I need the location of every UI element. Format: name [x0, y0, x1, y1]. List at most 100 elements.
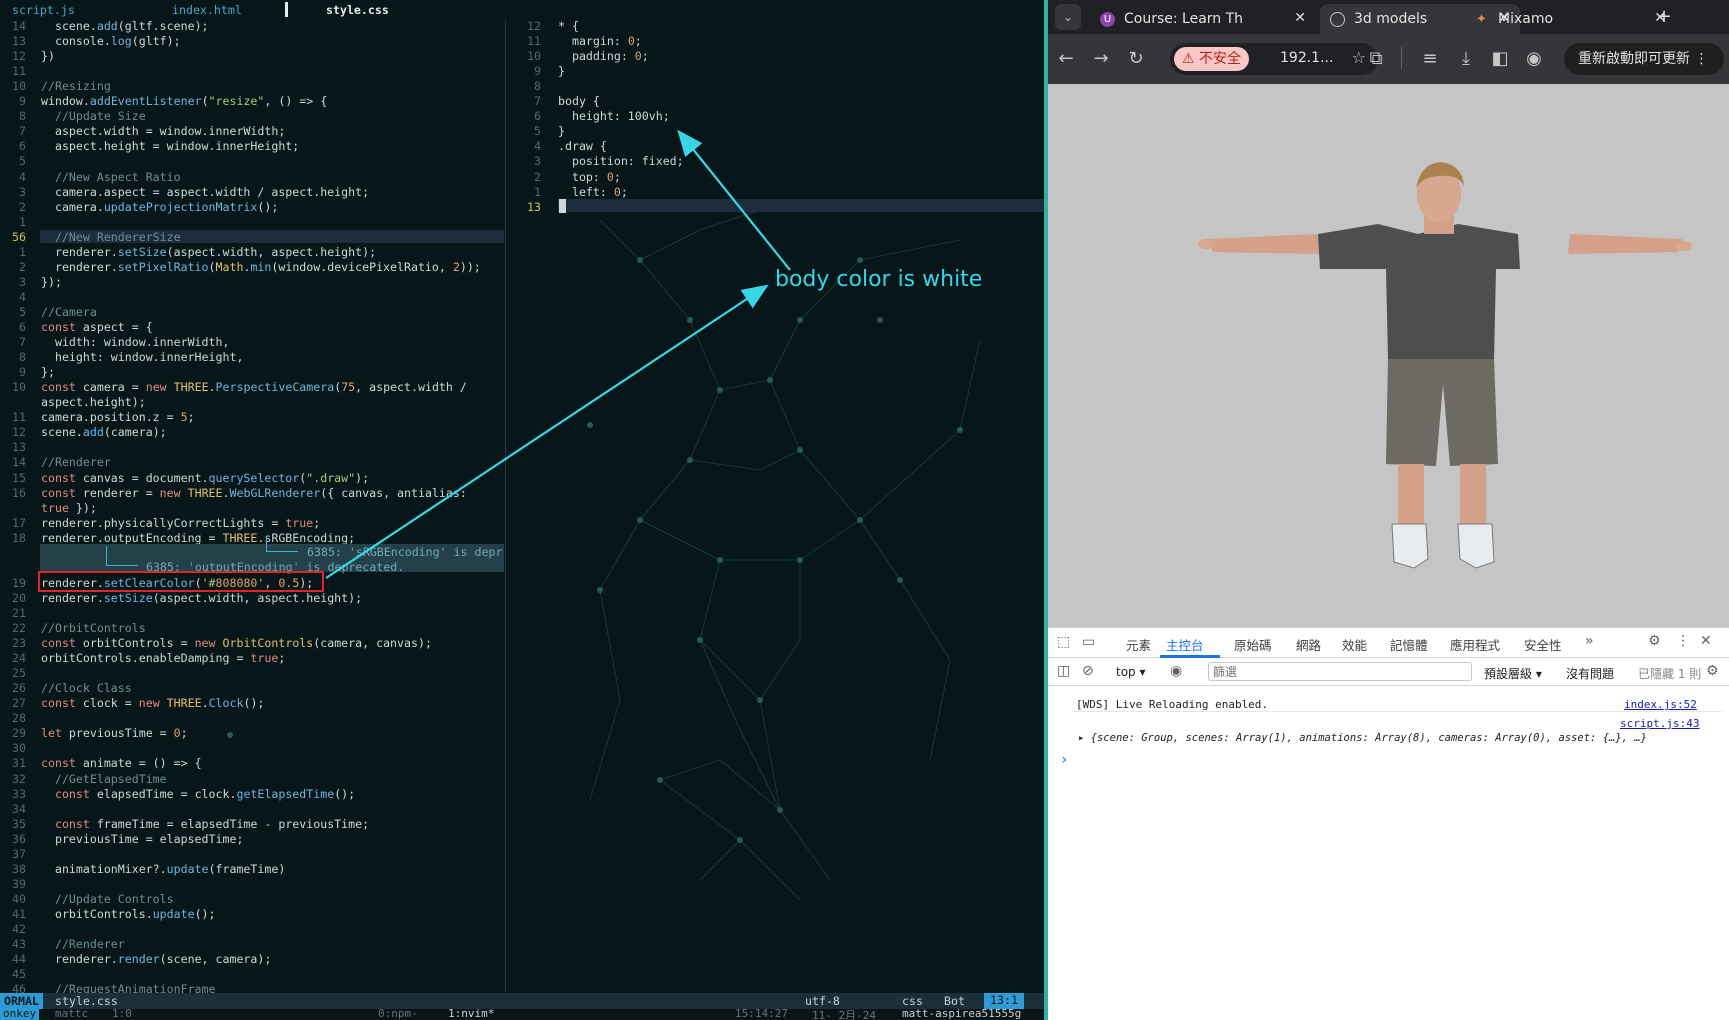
code-line[interactable]: aspect.height); — [41, 395, 146, 409]
settings-gear-icon[interactable]: ⚙ — [1648, 633, 1661, 649]
console-source-link[interactable]: script.js:43 — [1620, 717, 1699, 730]
code-line[interactable]: const canvas = document.querySelector(".… — [41, 471, 369, 485]
browser-tab-course[interactable]: U Course: Learn Th ✕ — [1090, 4, 1316, 34]
browser-window[interactable]: ⌄ U Course: Learn Th ✕ 3d models ✕ ✦ Mix… — [1048, 0, 1729, 1020]
code-line[interactable]: camera.aspect = aspect.width / aspect.he… — [41, 185, 369, 199]
code-line[interactable]: //New Aspect Ratio — [41, 170, 181, 184]
code-line[interactable]: height: window.innerHeight, — [41, 350, 243, 364]
code-line[interactable]: renderer.setPixelRatio(Math.min(window.d… — [41, 260, 481, 274]
code-line[interactable]: const renderer = new THREE.WebGLRenderer… — [41, 486, 467, 500]
bookmark-star-icon[interactable]: ☆ — [1352, 48, 1366, 67]
code-line[interactable]: const frameTime = elapsedTime - previous… — [41, 817, 369, 831]
code-line[interactable]: left: 0; — [558, 185, 628, 199]
code-line[interactable]: const animate = () => { — [41, 756, 202, 770]
tmux-window-0[interactable]: 0:npm- — [378, 1009, 418, 1020]
download-icon[interactable]: ⤓ — [1456, 48, 1476, 69]
code-line[interactable]: //Clock Class — [41, 681, 132, 695]
devtools-tab-security[interactable]: 安全性 — [1524, 635, 1562, 654]
code-line[interactable]: animationMixer?.update(frameTime) — [41, 862, 285, 876]
code-line[interactable]: const orbitControls = new OrbitControls(… — [41, 636, 432, 650]
code-line[interactable]: scene.add(gltf.scene); — [41, 19, 209, 33]
code-line[interactable]: .draw { — [558, 139, 607, 153]
code-line[interactable]: //Resizing — [41, 79, 111, 93]
code-line[interactable]: height: 100vh; — [558, 109, 670, 123]
code-line[interactable]: camera.updateProjectionMatrix(); — [41, 200, 278, 214]
code-line[interactable]: } — [558, 64, 565, 78]
inspect-element-icon[interactable]: ⬚ — [1057, 634, 1070, 650]
code-line[interactable]: aspect.width = window.innerWidth; — [41, 124, 285, 138]
devtools-tab-console[interactable]: 主控台 — [1166, 635, 1204, 654]
code-line[interactable]: previousTime = elapsedTime; — [41, 832, 243, 846]
code-line[interactable]: body { — [558, 94, 600, 108]
code-line[interactable]: renderer.setSize(aspect.width, aspect.he… — [41, 591, 362, 605]
more-tabs-icon[interactable]: » — [1585, 633, 1594, 649]
close-tab-icon[interactable]: ✕ — [1294, 10, 1306, 26]
console-prompt[interactable]: › — [1060, 752, 1068, 768]
device-toolbar-icon[interactable]: ▭ — [1082, 634, 1095, 650]
back-icon[interactable]: ← — [1056, 48, 1076, 69]
close-devtools-icon[interactable]: ✕ — [1700, 633, 1712, 649]
code-line[interactable]: margin: 0; — [558, 34, 642, 48]
console-source-link[interactable]: index.js:52 — [1624, 698, 1697, 711]
console-object-summary[interactable]: ▸ {scene: Group, scenes: Array(1), anima… — [1078, 732, 1647, 744]
code-line[interactable]: true }); — [41, 501, 97, 515]
code-line[interactable]: let previousTime = 0; — [41, 726, 188, 740]
terminal-window[interactable]: script.js index.html style.css 14 scene.… — [0, 0, 1044, 1020]
buffer-tab-index-html[interactable]: index.html — [172, 3, 242, 17]
code-line[interactable]: renderer.outputEncoding = THREE.sRGBEnco… — [41, 531, 355, 545]
devtools-tab-application[interactable]: 應用程式 — [1450, 635, 1500, 654]
forward-icon[interactable]: → — [1091, 48, 1111, 69]
code-line[interactable]: renderer.setSize(aspect.width, aspect.he… — [41, 245, 376, 259]
buffer-tab-script-js[interactable]: script.js — [12, 3, 75, 17]
tab-search-icon[interactable]: ⌄ — [1055, 4, 1081, 30]
new-tab-icon[interactable]: + — [1654, 6, 1674, 27]
url-text[interactable]: 192.1... — [1280, 50, 1333, 66]
extensions-icon[interactable]: ⧉ — [1366, 48, 1386, 69]
code-line[interactable]: renderer.physicallyCorrectLights = true; — [41, 516, 320, 530]
code-line[interactable]: //OrbitControls — [41, 621, 146, 635]
live-expression-eye-icon[interactable]: ◉ — [1170, 663, 1182, 679]
devtools-tab-sources[interactable]: 原始碼 — [1234, 635, 1272, 654]
context-selector[interactable]: top ▾ — [1116, 665, 1146, 679]
code-line[interactable]: //Renderer — [41, 937, 125, 951]
code-line[interactable]: camera.position.z = 5; — [41, 410, 195, 424]
devtools-panel[interactable]: ⬚ ▭ 元素 主控台 原始碼 網路 效能 記憶體 應用程式 安全性 » ⚙ ⋮ … — [1048, 627, 1729, 1020]
code-line[interactable]: * { — [558, 19, 579, 33]
code-line[interactable]: const camera = new THREE.PerspectiveCame… — [41, 380, 467, 394]
code-line[interactable]: orbitControls.update(); — [41, 907, 216, 921]
code-line[interactable]: position: fixed; — [558, 154, 684, 168]
code-line[interactable]: const aspect = { — [41, 320, 153, 334]
code-line[interactable]: scene.add(camera); — [41, 425, 167, 439]
media-controls-icon[interactable]: ≡ — [1420, 48, 1440, 69]
code-line[interactable]: } — [558, 124, 565, 138]
log-levels-dropdown[interactable]: 預設層級 ▾ — [1484, 665, 1542, 682]
sidebar-toggle-icon[interactable]: ◫ — [1057, 663, 1070, 679]
console-settings-icon[interactable]: ⚙ — [1706, 663, 1719, 679]
webgl-canvas-viewport[interactable] — [1048, 84, 1729, 627]
code-line[interactable]: orbitControls.enableDamping = true; — [41, 651, 285, 665]
code-line[interactable]: //Update Controls — [41, 892, 174, 906]
code-line[interactable]: window.addEventListener("resize", () => … — [41, 94, 327, 108]
address-bar[interactable]: ⚠ 不安全 192.1... ☆ — [1170, 43, 1378, 75]
code-line[interactable]: const elapsedTime = clock.getElapsedTime… — [41, 787, 355, 801]
code-line[interactable]: top: 0; — [558, 170, 621, 184]
code-line[interactable]: const clock = new THREE.Clock(); — [41, 696, 264, 710]
devtools-tab-network[interactable]: 網路 — [1296, 635, 1321, 654]
console-filter-input[interactable] — [1208, 662, 1472, 681]
code-line[interactable]: //Camera — [41, 305, 97, 319]
side-panel-icon[interactable]: ◧ — [1490, 48, 1510, 69]
code-line[interactable]: aspect.height = window.innerHeight; — [41, 139, 299, 153]
buffer-tab-style-css[interactable]: style.css — [326, 3, 389, 17]
browser-tab-mixamo[interactable]: ✦ Mixamo ✕ — [1464, 4, 1676, 34]
devtools-tab-memory[interactable]: 記憶體 — [1390, 635, 1428, 654]
code-line[interactable]: renderer.render(scene, camera); — [41, 952, 271, 966]
not-secure-chip[interactable]: ⚠ 不安全 — [1174, 47, 1250, 71]
profile-avatar-icon[interactable]: ◉ — [1524, 48, 1544, 69]
kebab-menu-icon[interactable]: ⋮ — [1676, 633, 1690, 649]
code-line[interactable]: }) — [41, 49, 55, 63]
code-line[interactable]: //Renderer — [41, 455, 111, 469]
code-line[interactable]: //New RendererSize — [41, 230, 181, 244]
reload-icon[interactable]: ↻ — [1126, 48, 1146, 69]
code-line[interactable]: console.log(gltf); — [41, 34, 181, 48]
code-line[interactable]: width: window.innerWidth, — [41, 335, 230, 349]
